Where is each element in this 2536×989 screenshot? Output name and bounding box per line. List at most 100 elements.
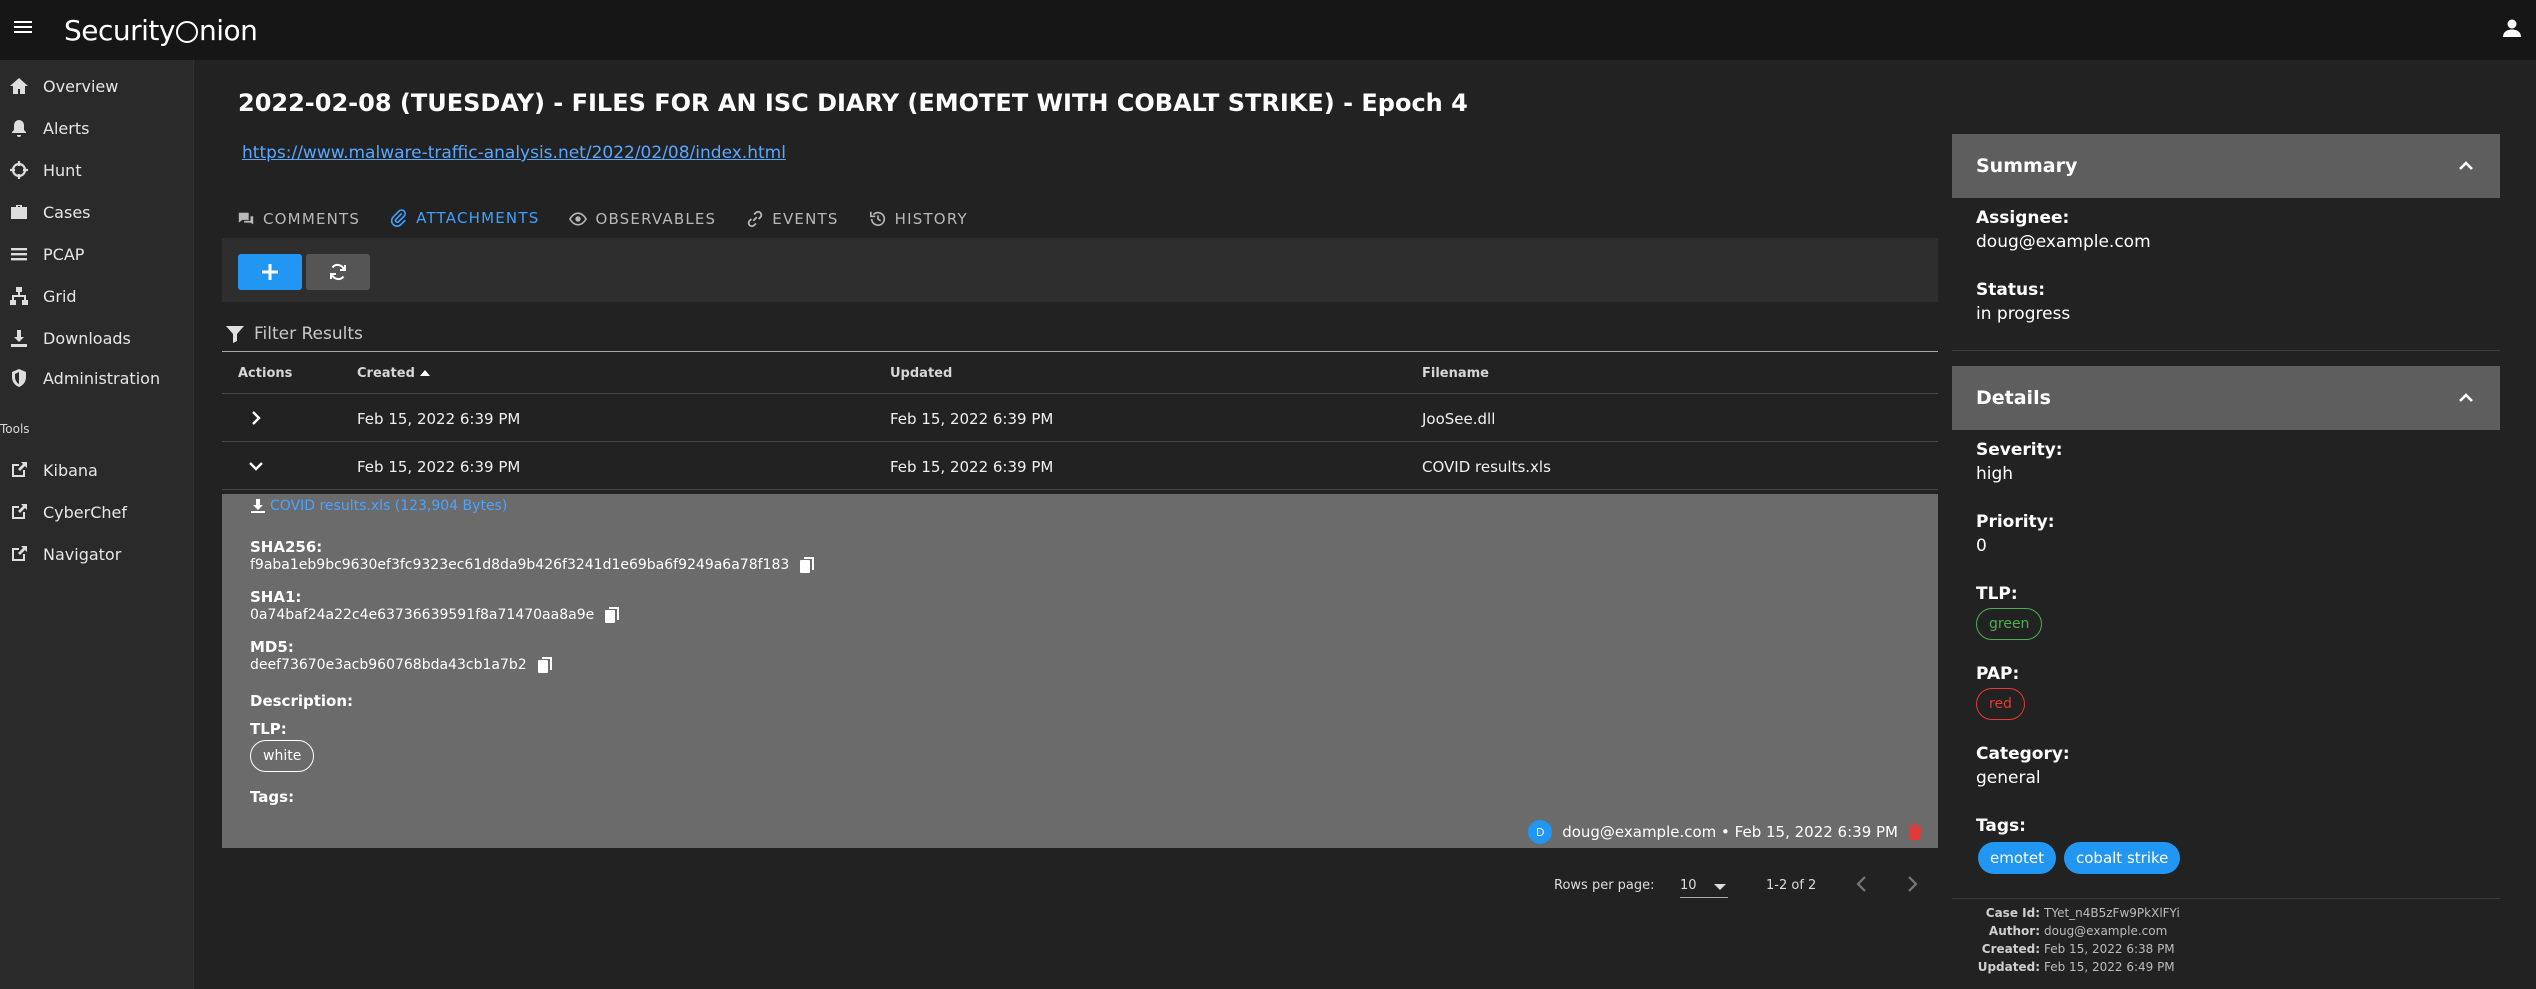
sidebar-item-pcap[interactable]: PCAP (0, 234, 194, 274)
sidebar-item-label: Alerts (43, 118, 90, 138)
sidebar-item-grid[interactable]: Grid (0, 276, 194, 316)
logo[interactable]: Security nion (64, 10, 258, 50)
filter-input[interactable] (254, 321, 1854, 347)
sha256-value-row: f9aba1eb9bc9630ef3fc9323ec61d8da9b426f32… (250, 556, 815, 574)
pap-label: PAP: (1976, 664, 2020, 684)
cell-updated: Feb 15, 2022 6:39 PM (890, 458, 1054, 476)
column-header-filename[interactable]: Filename (1422, 366, 1489, 381)
attachment-tlp-label: TLP: (250, 720, 287, 738)
sha256-label: SHA256: (250, 538, 323, 556)
sidebar-item-alerts[interactable]: Alerts (0, 108, 194, 148)
history-icon (869, 211, 885, 227)
sha1-value: 0a74baf24a22c4e63736639591f8a71470aa8a9e (250, 607, 595, 623)
column-header-updated[interactable]: Updated (890, 366, 952, 381)
comments-icon (238, 212, 254, 225)
severity-label: Severity: (1976, 440, 2063, 460)
download-icon (11, 330, 27, 347)
updated-value: Feb 15, 2022 6:49 PM (2044, 960, 2175, 974)
list-icon (11, 248, 27, 261)
rows-per-page-select[interactable]: 10 (1680, 872, 1728, 898)
download-label: COVID results.xls (123,904 Bytes) (270, 498, 508, 514)
external-link-icon (12, 546, 27, 561)
menu-icon[interactable] (14, 18, 32, 36)
tag-chip-emotet[interactable]: emotet (1978, 842, 2057, 874)
details-title: Details (1976, 387, 2051, 409)
tag-chip-cobalt-strike[interactable]: cobalt strike (2064, 842, 2181, 874)
tab-events[interactable]: EVENTS (731, 198, 853, 240)
sidebar-item-label: Kibana (43, 460, 98, 480)
table-row[interactable]: Feb 15, 2022 6:39 PM Feb 15, 2022 6:39 P… (222, 442, 1938, 490)
status-label: Status: (1976, 280, 2045, 300)
sidebar-item-hunt[interactable]: Hunt (0, 150, 194, 190)
chevron-up-icon[interactable] (2456, 388, 2476, 408)
tab-comments[interactable]: COMMENTS (222, 198, 375, 240)
tab-history[interactable]: HISTORY (854, 198, 983, 240)
link-icon (748, 210, 763, 228)
sidebar-item-label: Cases (43, 202, 91, 222)
paperclip-icon (391, 209, 407, 227)
sidebar-item-overview[interactable]: Overview (0, 66, 194, 106)
sidebar-item-downloads[interactable]: Downloads (0, 318, 194, 358)
author-info: doug@example.com • Feb 15, 2022 6:39 PM (1562, 823, 1898, 841)
details-panel: Details Severity: high Priority: 0 TLP: … (1952, 366, 2500, 906)
summary-panel-header[interactable]: Summary (1952, 134, 2500, 198)
category-label: Category: (1976, 744, 2070, 764)
cell-updated: Feb 15, 2022 6:39 PM (890, 410, 1054, 428)
sha256-value: f9aba1eb9bc9630ef3fc9323ec61d8da9b426f32… (250, 557, 790, 573)
case-tabs: COMMENTS ATTACHMENTS OBSERVABLES EVENTS … (222, 198, 983, 240)
logo-text-tail: nion (198, 13, 258, 47)
divider (1952, 898, 2500, 899)
onion-icon (175, 21, 198, 43)
sha1-label: SHA1: (250, 588, 302, 606)
download-attachment-link[interactable]: COVID results.xls (123,904 Bytes) (250, 498, 507, 514)
column-header-created[interactable]: Created (357, 366, 431, 381)
chevron-right-icon[interactable] (246, 408, 266, 428)
user-icon[interactable] (2500, 16, 2524, 40)
copy-icon[interactable] (799, 556, 815, 574)
top-bar: Security nion (0, 0, 2536, 60)
tlp-chip: green (1976, 608, 2043, 640)
sort-ascending-icon (419, 369, 430, 376)
table-row[interactable]: Feb 15, 2022 6:39 PM Feb 15, 2022 6:39 P… (222, 394, 1938, 442)
chevron-right-icon[interactable] (1900, 872, 1924, 896)
sidebar-item-cyberchef[interactable]: CyberChef (0, 492, 194, 532)
case-source-link[interactable]: https://www.malware-traffic-analysis.net… (242, 143, 786, 163)
eye-icon (569, 212, 588, 226)
description-label: Description: (250, 692, 354, 710)
table-header: Actions Created Updated Filename (222, 352, 1938, 394)
attachment-tags-label: Tags: (250, 788, 295, 806)
briefcase-icon (11, 205, 27, 219)
copy-icon[interactable] (537, 656, 553, 674)
attachment-details: COVID results.xls (123,904 Bytes) SHA256… (222, 494, 1938, 848)
sidebar-item-label: Hunt (43, 160, 82, 180)
sidebar-item-administration[interactable]: Administration (0, 358, 194, 398)
md5-value-row: deef73670e3acb960768bda43cb1a7b2 (250, 656, 553, 674)
details-panel-header[interactable]: Details (1952, 366, 2500, 430)
filter-bar (222, 318, 1938, 352)
tab-label: OBSERVABLES (595, 210, 717, 228)
priority-label: Priority: (1976, 512, 2055, 532)
author-label: Author: (1988, 924, 2040, 938)
sidebar-item-kibana[interactable]: Kibana (0, 450, 194, 490)
tags-label: Tags: (1976, 816, 2026, 836)
case-id-label: Case Id: (1985, 906, 2040, 920)
refresh-button[interactable] (306, 254, 370, 290)
tab-attachments[interactable]: ATTACHMENTS (375, 198, 555, 240)
add-attachment-button[interactable] (238, 254, 302, 290)
sidebar-item-navigator[interactable]: Navigator (0, 534, 194, 574)
chevron-left-icon[interactable] (1850, 872, 1874, 896)
trash-icon[interactable] (1908, 824, 1922, 840)
sidebar-item-cases[interactable]: Cases (0, 192, 194, 232)
bell-icon (12, 120, 26, 137)
shield-icon (12, 369, 26, 387)
external-link-icon (12, 462, 27, 477)
logo-text: Security (64, 13, 175, 47)
cell-filename: JooSee.dll (1422, 410, 1496, 428)
page-range: 1-2 of 2 (1766, 878, 1817, 893)
copy-icon[interactable] (604, 606, 620, 624)
chevron-down-icon[interactable] (246, 456, 266, 476)
chevron-up-icon[interactable] (2456, 156, 2476, 176)
column-header-actions: Actions (238, 366, 293, 381)
avatar: D (1528, 820, 1553, 844)
tab-observables[interactable]: OBSERVABLES (554, 198, 731, 240)
